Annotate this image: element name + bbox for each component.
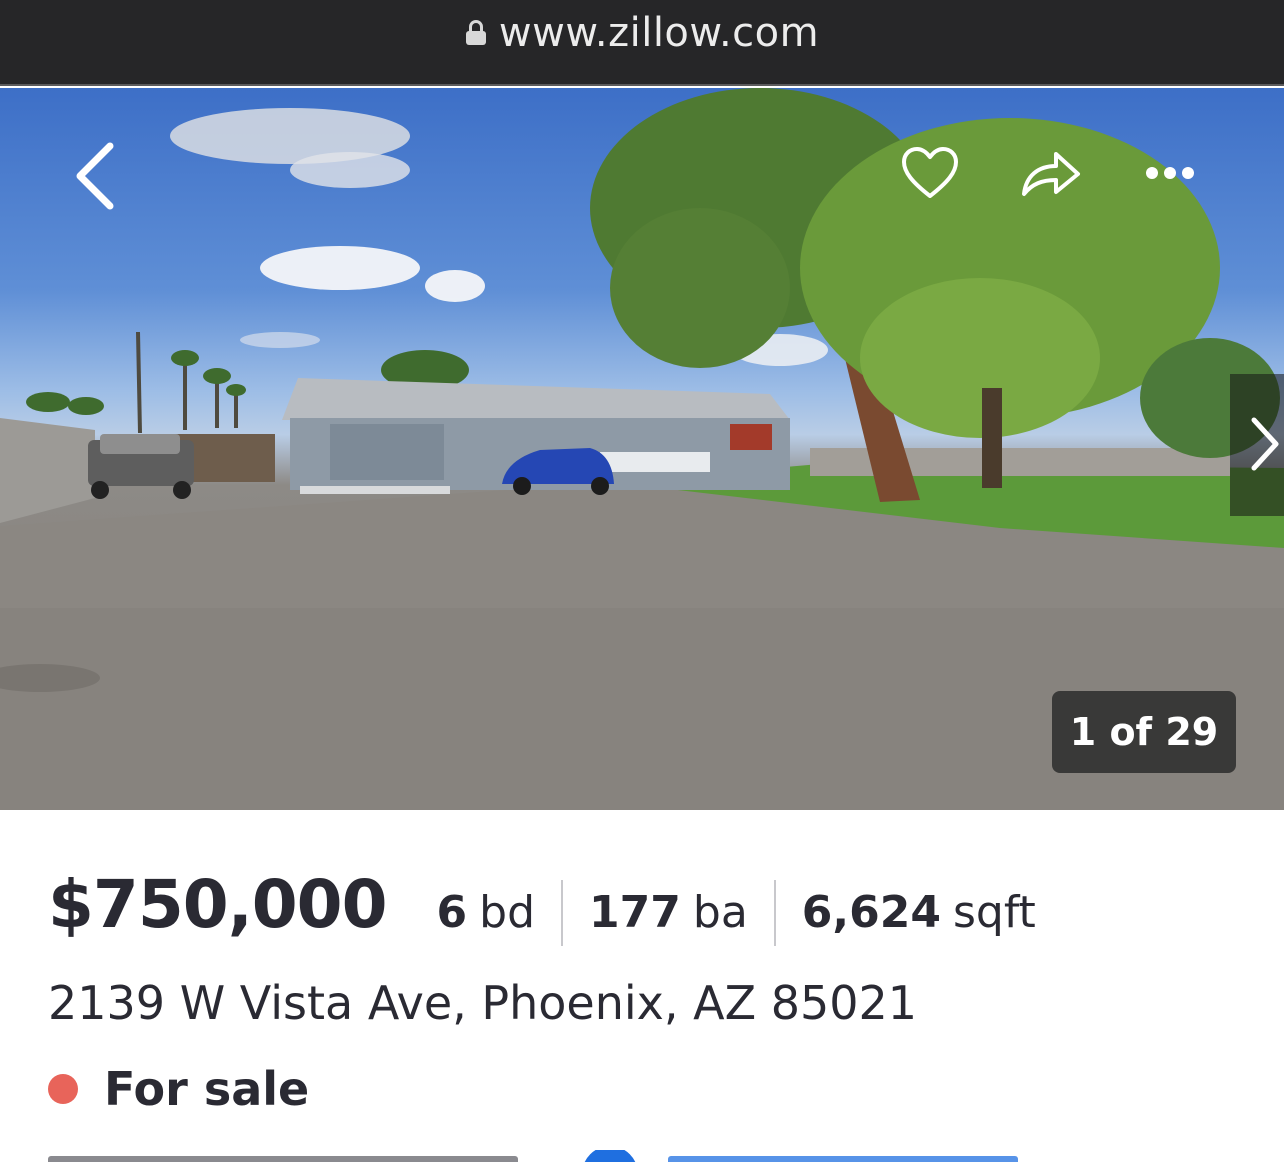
sqft-count: 6,624 (801, 887, 941, 938)
cut-off-icon (582, 1150, 638, 1162)
baths-fact: 177 ba (589, 887, 748, 938)
heart-icon (902, 147, 958, 198)
fact-divider (561, 879, 564, 946)
status-dot-icon (48, 1074, 78, 1104)
photo-counter-badge: 1 of 29 (1052, 691, 1236, 773)
more-options-button[interactable] (1140, 158, 1200, 188)
listing-status: For sale (48, 1062, 309, 1116)
beds-fact: 6 bd (437, 887, 535, 938)
sqft-unit: sqft (952, 887, 1036, 938)
chevron-right-icon (1251, 417, 1279, 471)
save-favorite-button[interactable] (900, 146, 960, 202)
cut-off-text (48, 1156, 518, 1162)
listing-summary: $750,000 6 bd 177 ba 6,624 sqft (48, 866, 1036, 946)
listing-facts: 6 bd 177 ba 6,624 sqft (437, 879, 1036, 946)
beds-unit: bd (479, 887, 536, 938)
lock-icon (465, 20, 487, 46)
beds-count: 6 (436, 887, 468, 938)
listing-price: $750,000 (48, 866, 388, 943)
baths-count: 177 (589, 887, 681, 938)
sqft-fact: 6,624 sqft (802, 887, 1036, 938)
back-button[interactable] (66, 140, 126, 212)
url-display[interactable]: www.zillow.com (0, 10, 1284, 56)
browser-url-bar[interactable]: www.zillow.com (0, 0, 1284, 86)
url-text[interactable]: www.zillow.com (499, 10, 819, 56)
chevron-left-icon (76, 142, 114, 210)
listing-address: 2139 W Vista Ave, Phoenix, AZ 85021 (48, 976, 918, 1030)
more-dots-icon (1146, 167, 1194, 179)
cut-off-next-row (0, 1150, 1284, 1162)
listing-photo[interactable]: 1 of 29 (0, 88, 1284, 810)
cut-off-link[interactable] (668, 1156, 1018, 1162)
share-button[interactable] (1018, 148, 1082, 200)
next-photo-button[interactable] (1230, 374, 1284, 516)
fact-divider (773, 879, 776, 946)
share-arrow-icon (1022, 152, 1080, 196)
baths-unit: ba (692, 887, 748, 938)
status-label: For sale (104, 1062, 310, 1116)
